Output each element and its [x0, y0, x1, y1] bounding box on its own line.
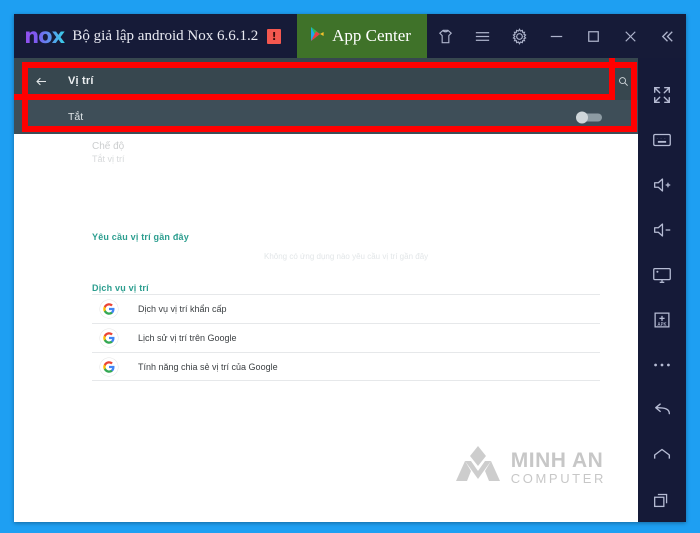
more-icon[interactable]	[638, 342, 686, 387]
volume-up-icon[interactable]	[638, 162, 686, 207]
keyboard-icon[interactable]	[638, 117, 686, 162]
master-toggle-label: Tắt	[68, 111, 83, 123]
list-item-label: Lịch sử vị trí trên Google	[138, 333, 237, 343]
install-apk-icon[interactable]: APK	[638, 297, 686, 342]
page-title: Vị trí	[68, 75, 94, 87]
list-item[interactable]: Tính năng chia sẻ vị trí của Google	[92, 352, 600, 381]
app-center-button[interactable]: App Center	[297, 14, 427, 58]
shirt-icon[interactable]	[427, 14, 464, 58]
google-icon	[100, 300, 118, 318]
emulator-sidebar: APK	[638, 58, 686, 522]
google-icon	[100, 358, 118, 376]
maximize-icon[interactable]	[575, 14, 612, 58]
location-services-header: Dịch vụ vị trí	[92, 283, 149, 293]
app-center-label: App Center	[332, 26, 411, 46]
mode-subtitle: Tắt vị trí	[92, 153, 125, 166]
alert-badge[interactable]: !	[267, 29, 281, 44]
home-icon[interactable]	[638, 432, 686, 477]
play-store-icon	[310, 26, 325, 47]
watermark-text: MINH AN COMPUTER	[511, 450, 606, 486]
nox-logo: nox	[22, 24, 66, 48]
collapse-icon[interactable]	[649, 14, 686, 58]
list-item[interactable]: Dịch vụ vị trí khẩn cấp	[92, 294, 600, 323]
back-icon[interactable]	[638, 387, 686, 432]
menu-icon[interactable]	[464, 14, 501, 58]
window-title: Bộ giả lập android Nox 6.6.1.2	[72, 28, 258, 45]
search-icon[interactable]	[608, 62, 638, 100]
list-item-label: Dịch vụ vị trí khẩn cấp	[138, 304, 227, 314]
nox-emulator-window: nox Bộ giả lập android Nox 6.6.1.2 ! App…	[14, 14, 686, 522]
recent-requests-header: Yêu cầu vị trí gần đây	[92, 232, 189, 242]
close-icon[interactable]	[612, 14, 649, 58]
fullscreen-icon[interactable]	[638, 72, 686, 117]
svg-text:APK: APK	[658, 321, 667, 327]
recent-requests-empty-text: Không có ứng dụng nào yêu cầu vị trí gần…	[264, 252, 428, 261]
volume-down-icon[interactable]	[638, 207, 686, 252]
list-item[interactable]: Lịch sử vị trí trên Google	[92, 323, 600, 352]
mode-title: Chế độ	[92, 140, 125, 153]
location-mode-block[interactable]: Chế độ Tắt vị trí	[92, 140, 125, 166]
android-screen: Vị trí Tắt Chế độ	[14, 58, 638, 522]
screenshot-icon[interactable]	[638, 252, 686, 297]
location-action-bar: Vị trí	[14, 62, 638, 100]
recents-icon[interactable]	[638, 477, 686, 522]
screenshot-root: nox Bộ giả lập android Nox 6.6.1.2 ! App…	[0, 0, 700, 533]
google-icon	[100, 329, 118, 347]
watermark-line-2: COMPUTER	[511, 472, 606, 486]
gear-icon[interactable]	[501, 14, 538, 58]
watermark: MINH AN COMPUTER	[455, 445, 606, 490]
switch-knob	[576, 112, 588, 124]
list-item-label: Tính năng chia sẻ vị trí của Google	[138, 362, 278, 372]
minimize-icon[interactable]	[538, 14, 575, 58]
location-toggle-switch[interactable]	[576, 112, 602, 123]
title-bar: nox Bộ giả lập android Nox 6.6.1.2 ! App…	[14, 14, 686, 58]
watermark-line-1: MINH AN	[511, 450, 606, 472]
divider	[92, 380, 600, 381]
location-master-row[interactable]: Tắt	[14, 100, 638, 134]
watermark-logo-icon	[455, 445, 501, 490]
back-arrow-icon[interactable]	[14, 62, 68, 100]
